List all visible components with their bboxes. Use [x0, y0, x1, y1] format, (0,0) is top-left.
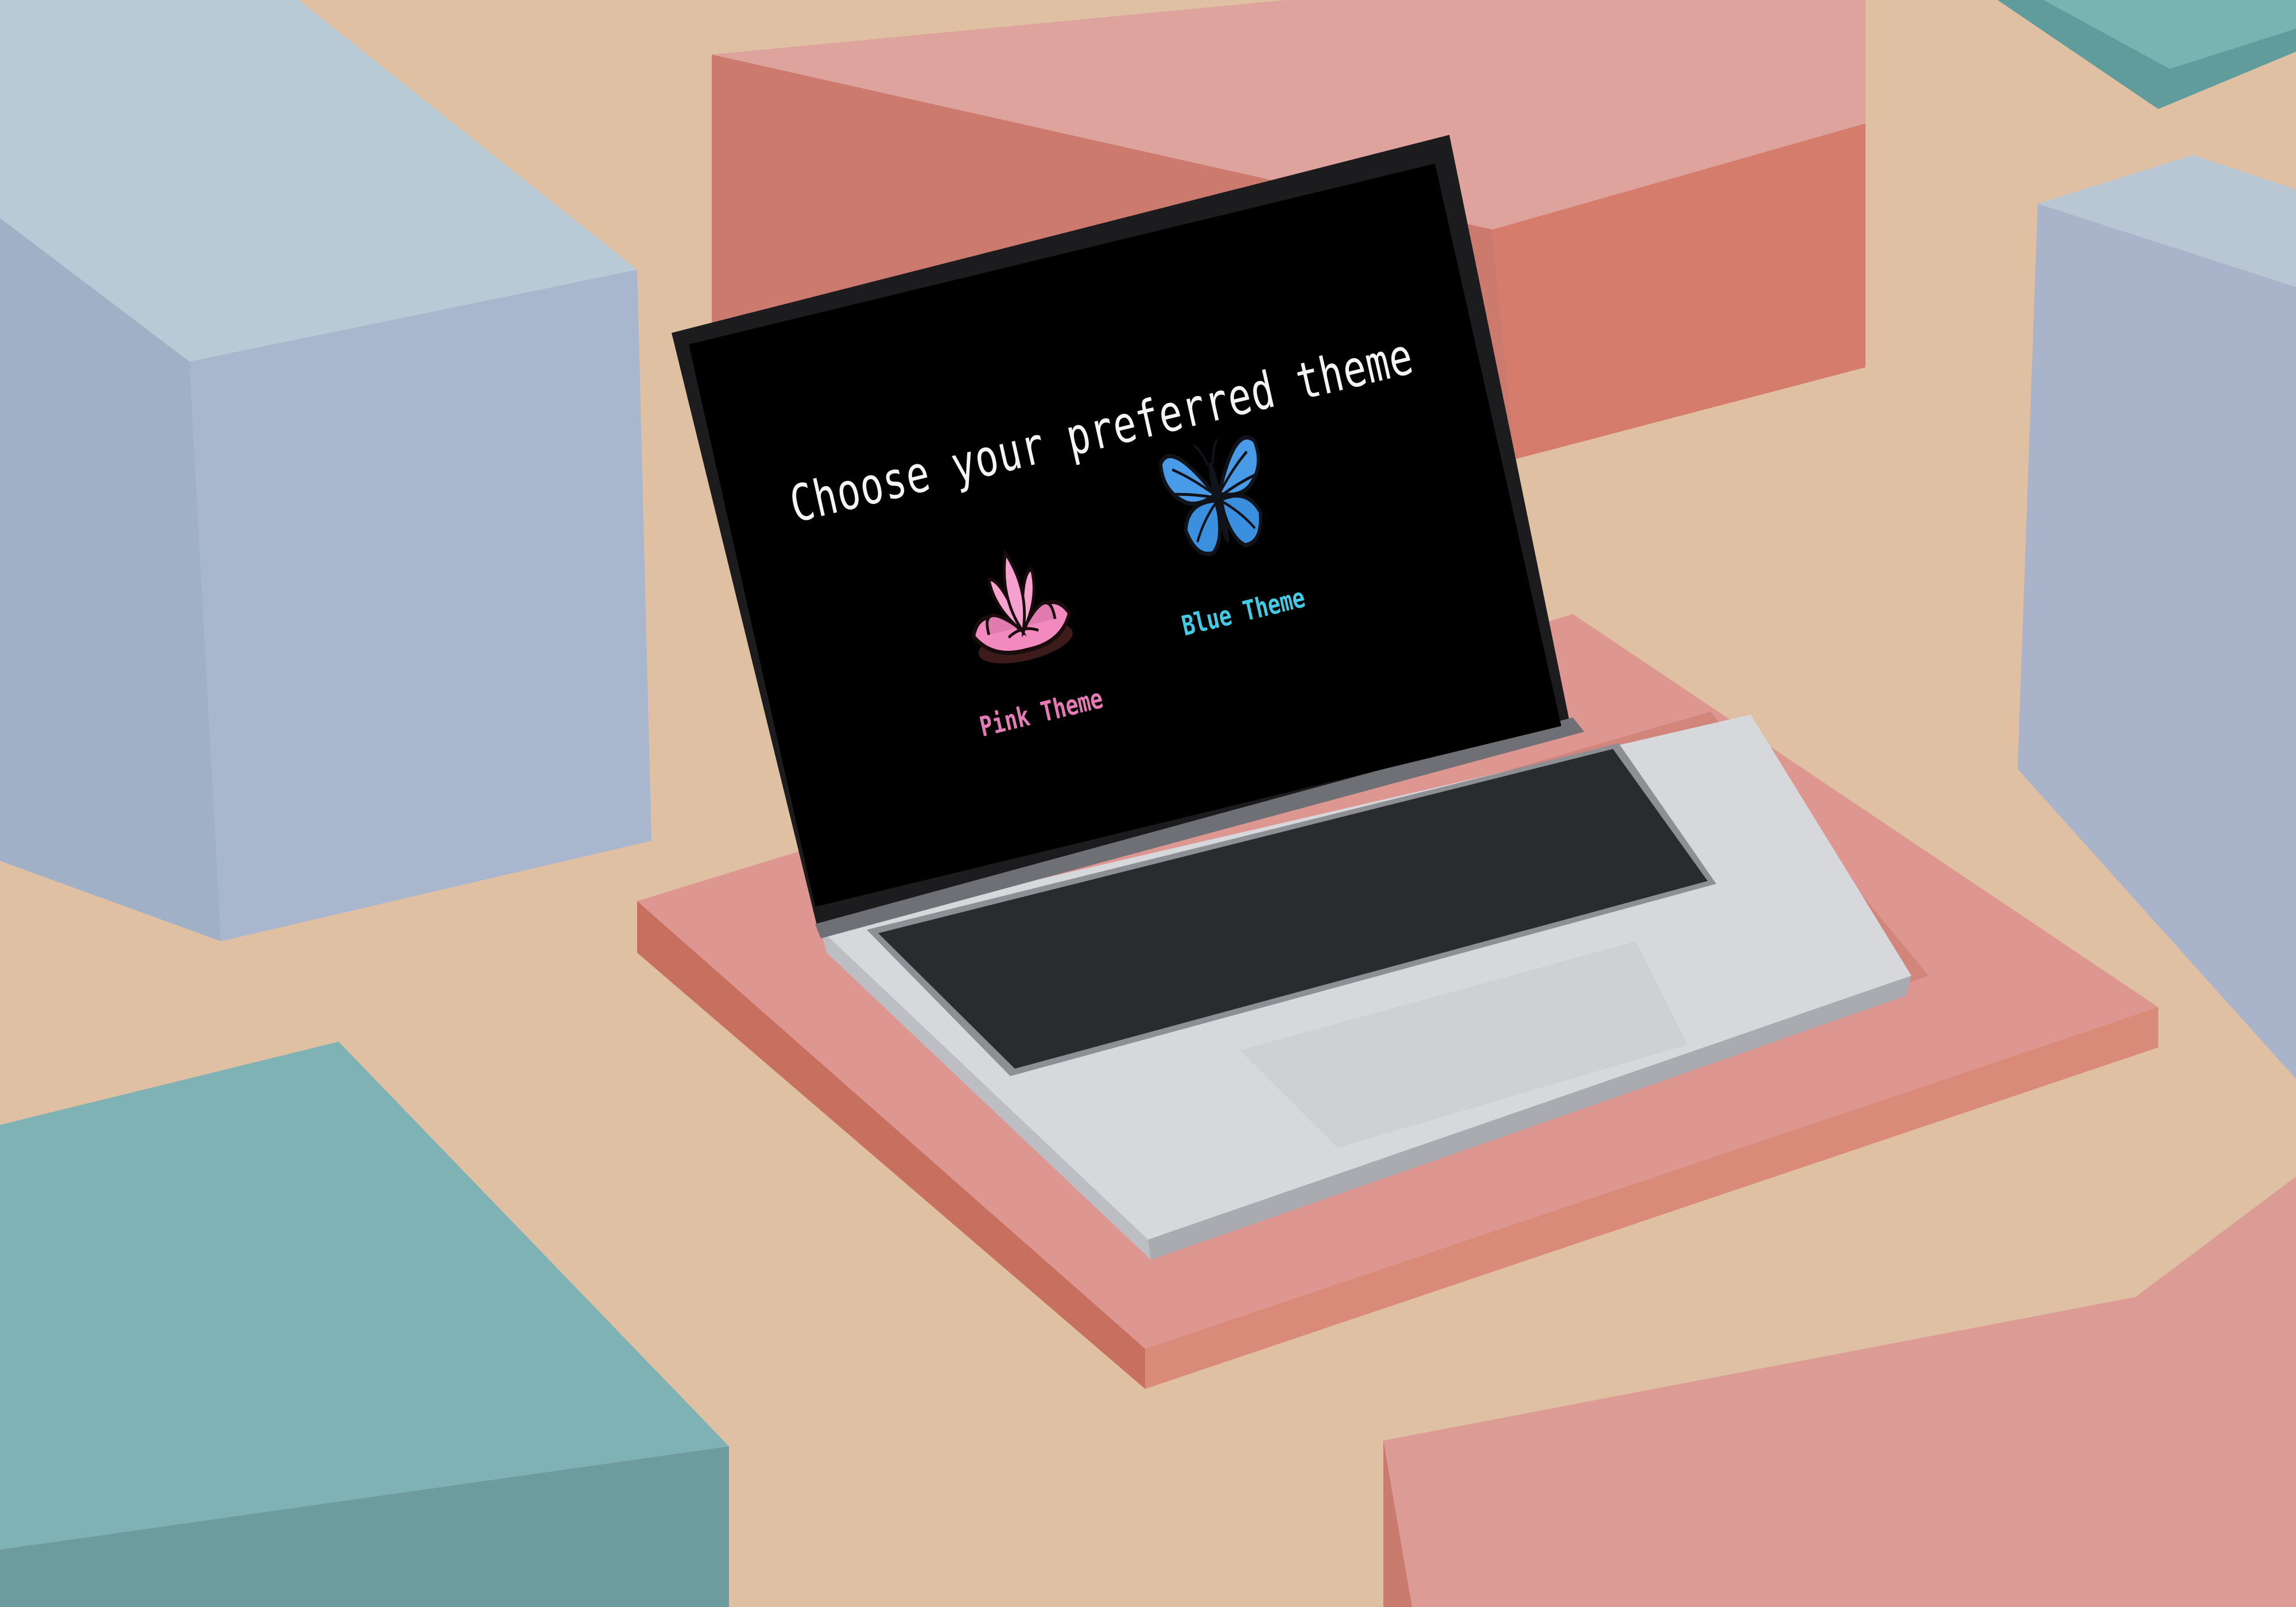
butterfly-icon: [1159, 435, 1263, 556]
pink-theme-option[interactable]: Pink Theme: [930, 508, 1122, 781]
page-title: Choose your preferred theme: [784, 326, 1419, 535]
laptop-scene: Choose your preferred theme Pink Theme B…: [0, 0, 2296, 1607]
blue-theme-option[interactable]: Blue Theme: [1132, 407, 1324, 680]
lotus-icon: [971, 549, 1073, 663]
